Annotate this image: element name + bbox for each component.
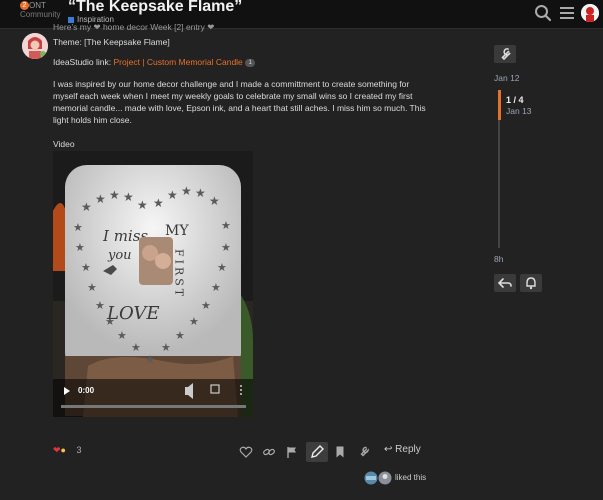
wrench-icon	[501, 48, 511, 61]
svg-text:★: ★	[131, 342, 141, 354]
post-reactions[interactable]: ❤● 3	[53, 445, 82, 456]
timeline-reply-button[interactable]	[494, 274, 516, 292]
svg-text:★: ★	[221, 242, 231, 254]
hug-reaction-icon: ●	[60, 445, 66, 455]
svg-text:★: ★	[95, 192, 106, 206]
like-heart-icon[interactable]	[239, 445, 253, 459]
liked-this-text: liked this	[395, 473, 427, 482]
timeline-current-date: Jan 13	[506, 106, 532, 116]
candle-text-my: MY	[165, 223, 189, 239]
liked-by-avatars[interactable]	[364, 471, 394, 485]
svg-text:★: ★	[95, 300, 105, 312]
author-avatar-image	[22, 33, 48, 59]
svg-text:★: ★	[145, 354, 155, 366]
link-click-count-badge: 1	[245, 58, 256, 67]
candle-text-love: LOVE	[106, 303, 160, 324]
topic-title[interactable]: “The Keepsake Flame”	[68, 0, 242, 16]
video-label: Video	[53, 139, 75, 149]
user-avatar-image	[581, 4, 599, 22]
candle-text-first: FIRST	[173, 249, 186, 299]
svg-text:★: ★	[167, 188, 178, 202]
svg-text:★: ★	[181, 184, 192, 198]
search-icon[interactable]	[533, 3, 553, 23]
site-logo[interactable]: 2 ONT Community	[20, 1, 60, 19]
svg-text:★: ★	[209, 194, 220, 208]
post-theme-line: Theme: [The Keepsake Flame]	[53, 37, 170, 47]
svg-text:★: ★	[195, 186, 206, 200]
svg-text:★: ★	[161, 342, 171, 354]
timeline-end-label[interactable]: 8h	[494, 254, 503, 264]
svg-text:★: ★	[137, 198, 148, 212]
liked-avatar-images	[364, 471, 392, 485]
reply-icon	[497, 278, 512, 288]
logo-subtext: Community	[20, 10, 61, 20]
svg-text:★: ★	[81, 200, 92, 214]
svg-text:★: ★	[75, 242, 85, 254]
svg-text:★: ★	[73, 222, 83, 234]
reply-label: Reply	[395, 444, 421, 455]
video-frame-candle-image: ★★ ★ ★ ★ ★ ★ ★ ★★ ★★ ★★ ★★ ★★ ★★ ★★ ★★ ★★ ★…	[53, 151, 253, 417]
svg-text:★: ★	[217, 262, 227, 274]
edit-post-button[interactable]	[306, 442, 328, 462]
user-avatar[interactable]	[581, 4, 599, 22]
ideastudio-line: IdeaStudio link: Project | Custom Memori…	[53, 56, 256, 68]
svg-text:★: ★	[201, 300, 211, 312]
bookmark-icon[interactable]	[333, 445, 347, 459]
timeline-scroll-handle[interactable]	[498, 90, 501, 120]
timeline-start-date[interactable]: Jan 12	[494, 73, 520, 83]
ideastudio-link[interactable]: Project | Custom Memorial Candle	[114, 57, 243, 67]
reply-button[interactable]: ↩ Reply	[384, 444, 421, 455]
bell-icon	[526, 277, 536, 290]
timeline-notification-button[interactable]	[520, 274, 542, 292]
post-intro-line: Here’s my ❤ home decor Week [2] entry ❤	[53, 22, 215, 32]
svg-text:★: ★	[81, 262, 91, 274]
copy-link-icon[interactable]	[262, 445, 276, 459]
timeline-progress: 1 / 4	[506, 95, 524, 105]
candle-text-you: you	[107, 248, 132, 263]
hamburger-menu-icon[interactable]	[557, 3, 577, 23]
pencil-icon	[311, 445, 324, 458]
svg-text:★: ★	[153, 196, 164, 210]
heart-reaction-icon: ❤	[53, 445, 61, 455]
video-player[interactable]: ★ ★ ★ ★ ★ ★ ★ ★ ★ ★ ★ ★ ★ ★ ★ ★ ★ ★ ★ ★ ★ ★ ★ ★ ★ ★ ★…	[53, 151, 253, 417]
svg-text:★: ★	[221, 220, 231, 232]
svg-text:★: ★	[123, 190, 134, 204]
flag-icon[interactable]	[285, 445, 299, 459]
svg-text:★: ★	[87, 282, 97, 294]
logo-text: ONT	[29, 1, 46, 10]
ideastudio-label: IdeaStudio link:	[53, 57, 112, 67]
svg-text:★: ★	[175, 330, 185, 342]
reaction-count: 3	[76, 445, 82, 455]
svg-text:★: ★	[117, 330, 127, 342]
wrench-admin-icon[interactable]	[357, 445, 371, 459]
svg-text:★: ★	[189, 316, 199, 328]
post-author-avatar[interactable]	[22, 33, 48, 59]
logo-mark-icon: 2	[20, 1, 29, 11]
reply-arrow-icon: ↩	[384, 444, 393, 455]
svg-text:★: ★	[109, 188, 120, 202]
video-progress-bar[interactable]	[61, 405, 246, 408]
svg-text:★: ★	[211, 282, 221, 294]
post-body-paragraph: I was inspired by our home decor challen…	[53, 79, 426, 125]
topic-admin-wrench-button[interactable]	[494, 45, 516, 63]
video-time: 0:00	[78, 386, 95, 395]
